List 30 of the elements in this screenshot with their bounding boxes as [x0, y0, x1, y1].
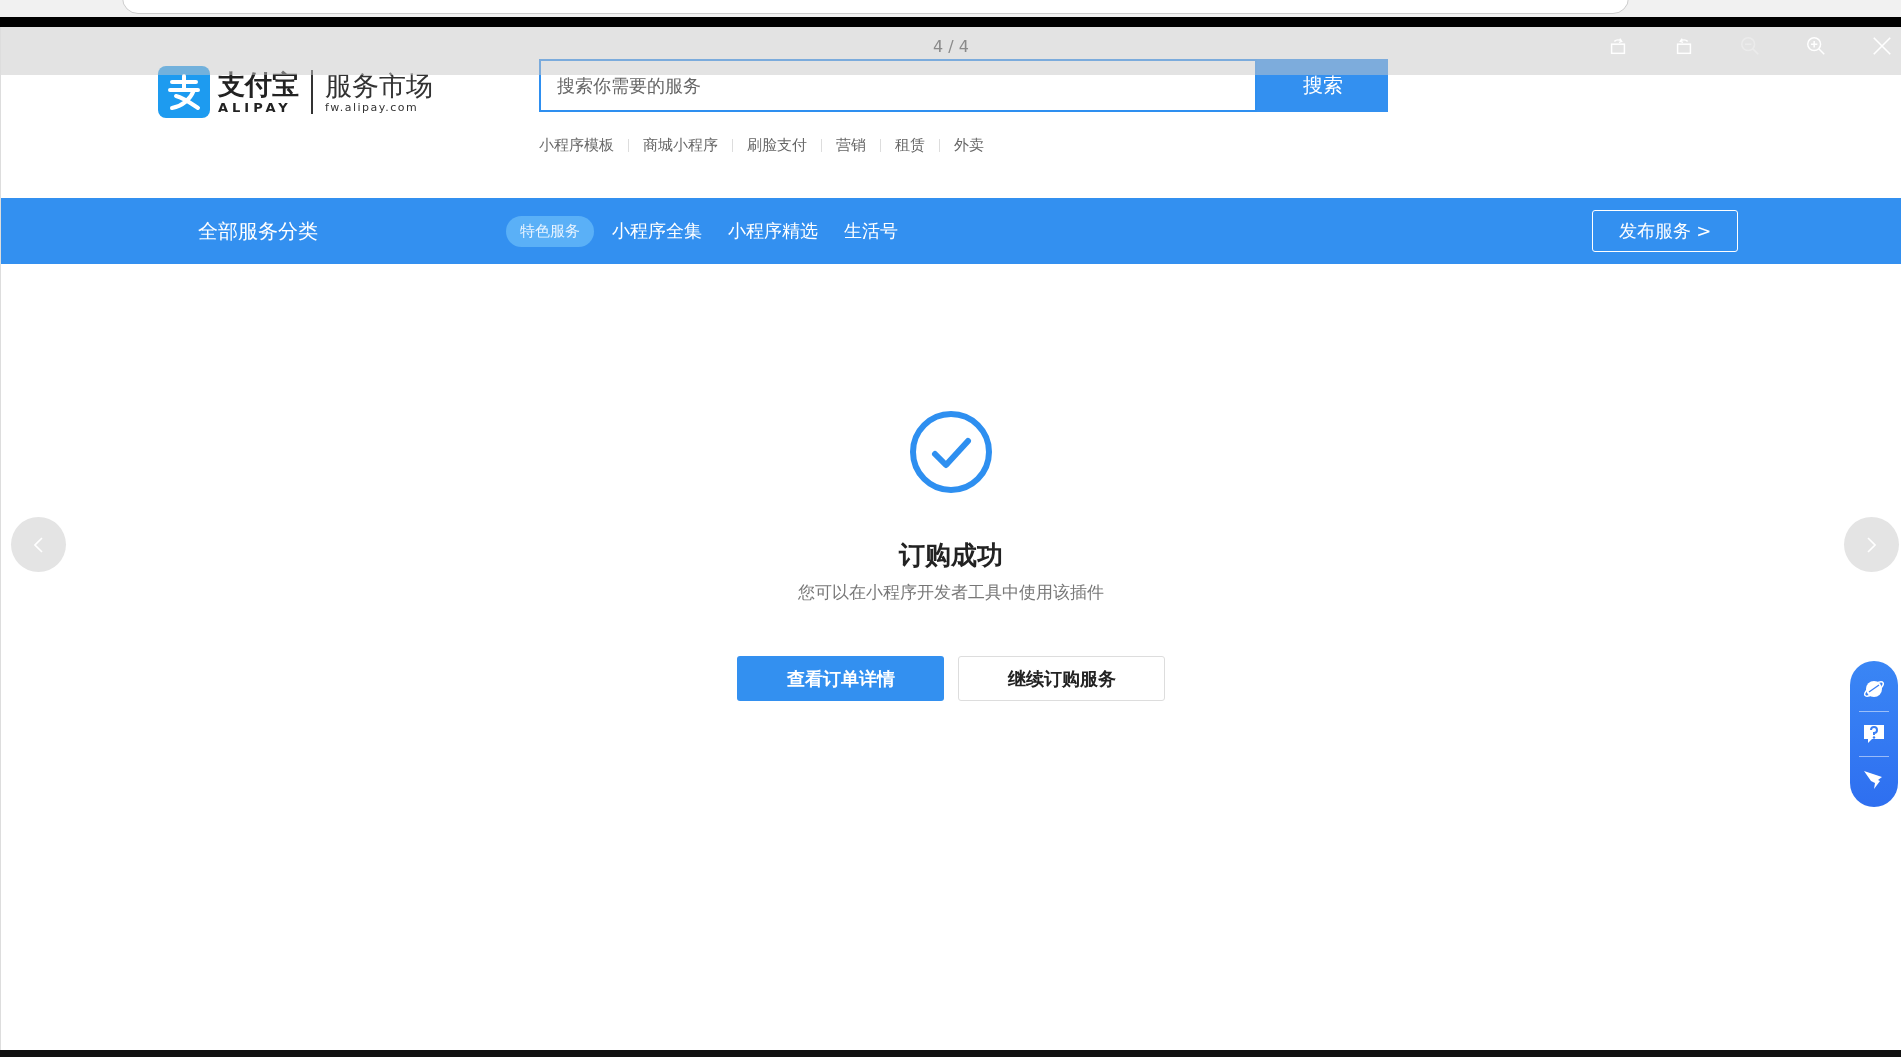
page-counter: 4 / 4	[933, 37, 969, 56]
view-order-button[interactable]: 查看订单详情	[737, 656, 944, 701]
hot-search-link[interactable]: 租赁	[895, 136, 925, 155]
close-icon[interactable]	[1871, 35, 1893, 57]
hot-search-link[interactable]: 商城小程序	[643, 136, 718, 155]
hot-search-link[interactable]: 刷脸支付	[747, 136, 807, 155]
alipay-logo-icon	[158, 66, 210, 118]
hot-search-link[interactable]: 小程序模板	[539, 136, 614, 155]
all-categories-link[interactable]: 全部服务分类	[198, 217, 506, 245]
brand-name-latin: ALIPAY	[218, 99, 292, 115]
category-tab[interactable]: 生活号	[836, 215, 906, 247]
category-tab[interactable]: 特色服务	[506, 215, 594, 247]
success-check-icon	[909, 410, 993, 494]
success-message: 您可以在小程序开发者工具中使用该插件	[798, 581, 1104, 604]
continue-button[interactable]: 继续订购服务	[958, 656, 1165, 701]
hot-search-link[interactable]: 营销	[836, 136, 866, 155]
search-field[interactable]: 搜索你需要的服务	[539, 59, 1257, 112]
search-button[interactable]: 搜索	[1257, 59, 1388, 112]
help-icon[interactable]	[1862, 722, 1886, 746]
publish-service-button[interactable]: 发布服务 >	[1592, 210, 1738, 252]
brand-name: 支付宝	[218, 69, 299, 100]
domain-text: fw.alipay.com	[325, 100, 419, 114]
chevron-left-icon	[34, 536, 43, 553]
market-title: 服务市场	[325, 70, 433, 101]
success-title: 订购成功	[899, 539, 1003, 572]
category-tab[interactable]: 小程序精选	[720, 215, 826, 247]
chevron-right-icon	[1867, 536, 1876, 553]
category-tab[interactable]: 小程序全集	[604, 215, 710, 247]
hot-search-link[interactable]: 外卖	[954, 136, 984, 155]
zoom-in-icon[interactable]	[1805, 35, 1827, 57]
